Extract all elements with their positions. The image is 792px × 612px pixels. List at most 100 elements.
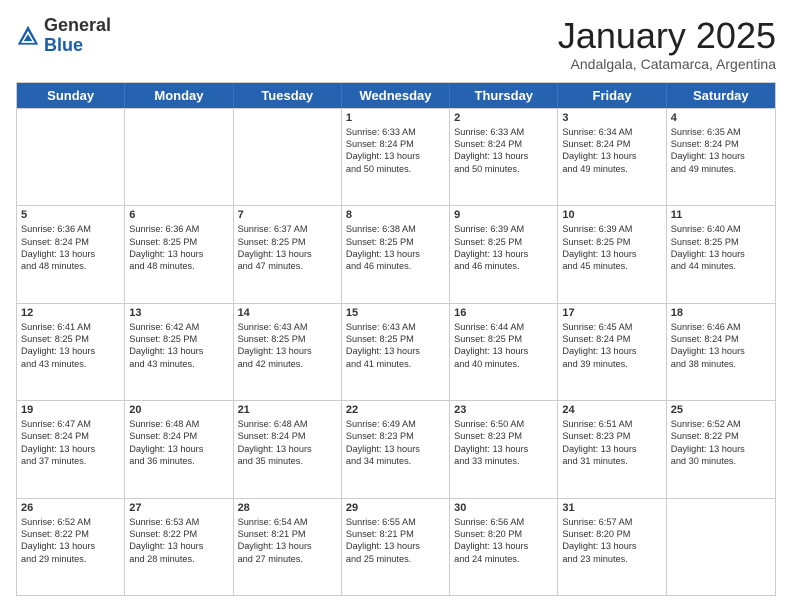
- day-number: 25: [671, 404, 771, 416]
- day-info: Sunrise: 6:36 AM Sunset: 8:24 PM Dayligh…: [21, 224, 95, 271]
- calendar-day-15: 15Sunrise: 6:43 AM Sunset: 8:25 PM Dayli…: [342, 304, 450, 400]
- day-info: Sunrise: 6:52 AM Sunset: 8:22 PM Dayligh…: [21, 517, 95, 564]
- day-number: 9: [454, 209, 553, 221]
- day-info: Sunrise: 6:35 AM Sunset: 8:24 PM Dayligh…: [671, 127, 745, 174]
- day-info: Sunrise: 6:56 AM Sunset: 8:20 PM Dayligh…: [454, 517, 528, 564]
- day-info: Sunrise: 6:33 AM Sunset: 8:24 PM Dayligh…: [346, 127, 420, 174]
- calendar-week-4: 19 Sunrise: 6:47 AM Sunset: 8:24 PM Dayli…: [17, 400, 775, 497]
- day-info: Sunrise: 6:44 AM Sunset: 8:25 PM Dayligh…: [454, 322, 528, 369]
- calendar-week-5: 26Sunrise: 6:52 AM Sunset: 8:22 PM Dayli…: [17, 498, 775, 595]
- logo-general-text: General: [44, 15, 111, 35]
- day-number: 20: [129, 404, 228, 416]
- calendar-day-16: 16 Sunrise: 6:44 AM Sunset: 8:25 PM Dayli…: [450, 304, 558, 400]
- day-number: 8: [346, 209, 445, 221]
- logo-icon: [16, 24, 40, 48]
- day-number: 12: [21, 307, 120, 319]
- calendar-day-8: 8Sunrise: 6:38 AM Sunset: 8:25 PM Daylig…: [342, 206, 450, 302]
- calendar-day-2: 2 Sunrise: 6:33 AM Sunset: 8:24 PM Daylig…: [450, 109, 558, 205]
- day-number: 4: [671, 112, 771, 124]
- day-number: 15: [346, 307, 445, 319]
- header-day-monday: Monday: [125, 83, 233, 108]
- day-number: 27: [129, 502, 228, 514]
- calendar-day-26: 26Sunrise: 6:52 AM Sunset: 8:22 PM Dayli…: [17, 499, 125, 595]
- calendar-empty-cell: [234, 109, 342, 205]
- calendar-header-row: SundayMondayTuesdayWednesdayThursdayFrid…: [17, 83, 775, 108]
- calendar-day-1: 1 Sunrise: 6:33 AM Sunset: 8:24 PM Daylig…: [342, 109, 450, 205]
- calendar-week-1: 1 Sunrise: 6:33 AM Sunset: 8:24 PM Daylig…: [17, 108, 775, 205]
- day-number: 24: [562, 404, 661, 416]
- calendar-day-25: 25Sunrise: 6:52 AM Sunset: 8:22 PM Dayli…: [667, 401, 775, 497]
- day-info: Sunrise: 6:54 AM Sunset: 8:21 PM Dayligh…: [238, 517, 312, 564]
- calendar-day-27: 27 Sunrise: 6:53 AM Sunset: 8:22 PM Dayli…: [125, 499, 233, 595]
- day-info: Sunrise: 6:53 AM Sunset: 8:22 PM Dayligh…: [129, 517, 203, 564]
- day-info: Sunrise: 6:45 AM Sunset: 8:24 PM Dayligh…: [562, 322, 636, 369]
- day-number: 1: [346, 112, 445, 124]
- calendar-day-10: 10 Sunrise: 6:39 AM Sunset: 8:25 PM Dayli…: [558, 206, 666, 302]
- calendar-day-7: 7Sunrise: 6:37 AM Sunset: 8:25 PM Daylig…: [234, 206, 342, 302]
- calendar-body: 1 Sunrise: 6:33 AM Sunset: 8:24 PM Daylig…: [17, 108, 775, 595]
- calendar-day-12: 12Sunrise: 6:41 AM Sunset: 8:25 PM Dayli…: [17, 304, 125, 400]
- day-info: Sunrise: 6:40 AM Sunset: 8:25 PM Dayligh…: [671, 224, 745, 271]
- day-info: Sunrise: 6:49 AM Sunset: 8:23 PM Dayligh…: [346, 419, 420, 466]
- calendar-day-14: 14 Sunrise: 6:43 AM Sunset: 8:25 PM Dayli…: [234, 304, 342, 400]
- day-number: 10: [562, 209, 661, 221]
- calendar-day-6: 6 Sunrise: 6:36 AM Sunset: 8:25 PM Daylig…: [125, 206, 233, 302]
- header-day-wednesday: Wednesday: [342, 83, 450, 108]
- day-number: 28: [238, 502, 337, 514]
- calendar-day-21: 21 Sunrise: 6:48 AM Sunset: 8:24 PM Dayli…: [234, 401, 342, 497]
- calendar-day-9: 9Sunrise: 6:39 AM Sunset: 8:25 PM Daylig…: [450, 206, 558, 302]
- day-number: 21: [238, 404, 337, 416]
- calendar-day-23: 23 Sunrise: 6:50 AM Sunset: 8:23 PM Dayli…: [450, 401, 558, 497]
- calendar-empty-cell: [667, 499, 775, 595]
- calendar-day-17: 17 Sunrise: 6:45 AM Sunset: 8:24 PM Dayli…: [558, 304, 666, 400]
- day-number: 22: [346, 404, 445, 416]
- calendar-week-2: 5 Sunrise: 6:36 AM Sunset: 8:24 PM Daylig…: [17, 205, 775, 302]
- day-info: Sunrise: 6:34 AM Sunset: 8:24 PM Dayligh…: [562, 127, 636, 174]
- calendar-day-28: 28 Sunrise: 6:54 AM Sunset: 8:21 PM Dayli…: [234, 499, 342, 595]
- day-number: 17: [562, 307, 661, 319]
- page: General Blue January 2025 Andalgala, Cat…: [0, 0, 792, 612]
- calendar-day-31: 31 Sunrise: 6:57 AM Sunset: 8:20 PM Dayli…: [558, 499, 666, 595]
- day-number: 23: [454, 404, 553, 416]
- day-number: 11: [671, 209, 771, 221]
- header-day-thursday: Thursday: [450, 83, 558, 108]
- header-day-tuesday: Tuesday: [234, 83, 342, 108]
- day-info: Sunrise: 6:50 AM Sunset: 8:23 PM Dayligh…: [454, 419, 528, 466]
- day-info: Sunrise: 6:48 AM Sunset: 8:24 PM Dayligh…: [238, 419, 312, 466]
- day-number: 7: [238, 209, 337, 221]
- calendar: SundayMondayTuesdayWednesdayThursdayFrid…: [16, 82, 776, 596]
- day-number: 29: [346, 502, 445, 514]
- day-number: 6: [129, 209, 228, 221]
- day-number: 14: [238, 307, 337, 319]
- day-info: Sunrise: 6:55 AM Sunset: 8:21 PM Dayligh…: [346, 517, 420, 564]
- day-number: 30: [454, 502, 553, 514]
- day-info: Sunrise: 6:57 AM Sunset: 8:20 PM Dayligh…: [562, 517, 636, 564]
- calendar-day-19: 19 Sunrise: 6:47 AM Sunset: 8:24 PM Dayli…: [17, 401, 125, 497]
- day-number: 18: [671, 307, 771, 319]
- calendar-empty-cell: [125, 109, 233, 205]
- day-number: 31: [562, 502, 661, 514]
- header-day-sunday: Sunday: [17, 83, 125, 108]
- day-info: Sunrise: 6:51 AM Sunset: 8:23 PM Dayligh…: [562, 419, 636, 466]
- calendar-day-18: 18 Sunrise: 6:46 AM Sunset: 8:24 PM Dayli…: [667, 304, 775, 400]
- day-info: Sunrise: 6:47 AM Sunset: 8:24 PM Dayligh…: [21, 419, 95, 466]
- day-number: 2: [454, 112, 553, 124]
- day-info: Sunrise: 6:46 AM Sunset: 8:24 PM Dayligh…: [671, 322, 745, 369]
- header: General Blue January 2025 Andalgala, Cat…: [16, 16, 776, 72]
- day-number: 5: [21, 209, 120, 221]
- calendar-day-13: 13 Sunrise: 6:42 AM Sunset: 8:25 PM Dayli…: [125, 304, 233, 400]
- day-info: Sunrise: 6:36 AM Sunset: 8:25 PM Dayligh…: [129, 224, 203, 271]
- day-info: Sunrise: 6:33 AM Sunset: 8:24 PM Dayligh…: [454, 127, 528, 174]
- day-number: 13: [129, 307, 228, 319]
- calendar-day-11: 11 Sunrise: 6:40 AM Sunset: 8:25 PM Dayli…: [667, 206, 775, 302]
- day-number: 16: [454, 307, 553, 319]
- calendar-day-3: 3 Sunrise: 6:34 AM Sunset: 8:24 PM Daylig…: [558, 109, 666, 205]
- day-info: Sunrise: 6:43 AM Sunset: 8:25 PM Dayligh…: [238, 322, 312, 369]
- day-info: Sunrise: 6:48 AM Sunset: 8:24 PM Dayligh…: [129, 419, 203, 466]
- calendar-week-3: 12Sunrise: 6:41 AM Sunset: 8:25 PM Dayli…: [17, 303, 775, 400]
- calendar-day-30: 30 Sunrise: 6:56 AM Sunset: 8:20 PM Dayli…: [450, 499, 558, 595]
- day-info: Sunrise: 6:42 AM Sunset: 8:25 PM Dayligh…: [129, 322, 203, 369]
- day-number: 3: [562, 112, 661, 124]
- day-number: 19: [21, 404, 120, 416]
- day-info: Sunrise: 6:39 AM Sunset: 8:25 PM Dayligh…: [562, 224, 636, 271]
